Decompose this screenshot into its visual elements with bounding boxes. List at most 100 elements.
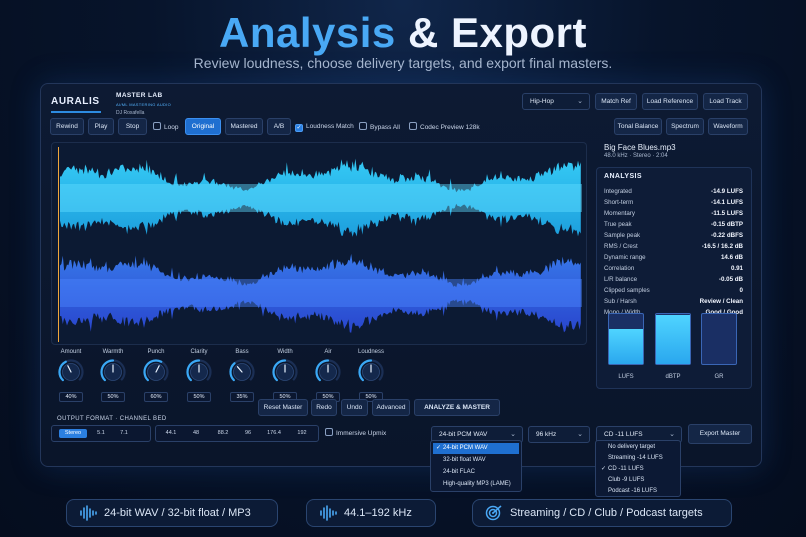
rate-176-4[interactable]: 176.4: [262, 429, 286, 438]
check-icon: ✓: [436, 445, 442, 451]
analysis-row: Correlation 0.91: [604, 265, 743, 275]
format-option[interactable]: 32-bit float WAV: [433, 455, 519, 466]
sample-rate-selector: 44.1 48 88.2 96 176.4 192: [155, 425, 319, 442]
loudness-match-checkbox[interactable]: ✓ Loudness Match: [295, 122, 354, 132]
channel-5-1[interactable]: 5.1: [92, 429, 110, 438]
spectrum-tab[interactable]: Spectrum: [666, 118, 704, 135]
meter-label: dBTP: [665, 374, 681, 380]
format-option-label: High-quality MP3 (LAME): [443, 481, 511, 487]
knob-dial[interactable]: [100, 359, 126, 385]
hero-subtitle: Review loudness, choose delivery targets…: [193, 55, 613, 71]
rate-192[interactable]: 192: [292, 429, 312, 438]
target-option-name: Streaming: [608, 455, 636, 461]
analysis-row-value: -0.05 dB: [718, 276, 743, 283]
tonal-balance-tab[interactable]: Tonal Balance: [614, 118, 662, 135]
chevron-down-icon: ⌄: [577, 98, 583, 105]
target-option[interactable]: No delivery target: [598, 442, 678, 453]
master-lab-window: AURALIS MASTER LAB AI/ML MASTERING AUDIO…: [40, 83, 762, 467]
format-option[interactable]: High-quality MP3 (LAME): [433, 479, 519, 490]
channel-stereo[interactable]: Stereo: [59, 429, 87, 438]
hero-title-accent: Analysis: [219, 9, 396, 56]
module-title: MASTER LAB: [116, 92, 163, 99]
immersive-upmix-checkbox[interactable]: Immersive Upmix: [325, 428, 386, 439]
load-reference-button[interactable]: Load Reference: [642, 93, 698, 110]
knob-label: Punch: [147, 349, 165, 355]
undo-button[interactable]: Undo: [341, 399, 368, 416]
mastered-button[interactable]: Mastered: [225, 118, 263, 135]
redo-button[interactable]: Redo: [311, 399, 337, 416]
original-button[interactable]: Original: [185, 118, 221, 135]
match-ref-button[interactable]: Match Ref: [595, 93, 637, 110]
analysis-panel: ANALYSIS Integrated -14.9 LUFS Short-term -…: [596, 167, 752, 389]
bypass-all-checkbox[interactable]: Bypass All: [359, 122, 400, 133]
target-option[interactable]: Podcast -16 LUFS: [598, 486, 678, 497]
module-header: MASTER LAB AI/ML MASTERING AUDIO DJ Roxa…: [116, 92, 171, 116]
analysis-row-label: Momentary: [604, 210, 635, 217]
target-dropdown-menu: No delivery target Streaming -14 LUFS ✓ C…: [595, 440, 681, 497]
analysis-row-label: Sample peak: [604, 232, 641, 239]
export-master-button[interactable]: Export Master: [688, 424, 752, 444]
target-option-name: Podcast: [608, 488, 630, 494]
check-icon: ✓: [601, 466, 607, 472]
knob-dial[interactable]: [272, 359, 298, 385]
analysis-row: Integrated -14.9 LUFS: [604, 188, 743, 198]
rate-select[interactable]: 96 kHz ⌄: [528, 426, 590, 443]
rates-pill: 44.1–192 kHz: [306, 499, 436, 527]
meter-lufs: [608, 313, 644, 365]
ab-button[interactable]: A/B: [267, 118, 291, 135]
playhead[interactable]: [58, 147, 59, 342]
advanced-button[interactable]: Advanced: [372, 399, 410, 416]
targets-pill-text: Streaming / CD / Club / Podcast targets: [510, 507, 703, 519]
rate-select-value: 96 kHz: [536, 431, 557, 438]
formats-pill-text: 24-bit WAV / 32-bit float / MP3: [104, 507, 251, 519]
analysis-row-label: True peak: [604, 221, 632, 228]
genre-select-value: Hip-Hop: [530, 98, 554, 105]
waveform-display[interactable]: [51, 142, 587, 345]
knob-dial[interactable]: [358, 359, 384, 385]
analysis-row-value: -14.9 LUFS: [711, 188, 743, 195]
rewind-button[interactable]: Rewind: [50, 118, 84, 135]
target-option-name: CD: [608, 466, 617, 472]
waveform-left-channel: [60, 158, 582, 237]
rate-48[interactable]: 48: [188, 429, 204, 438]
reset-master-button[interactable]: Reset Master: [258, 399, 308, 416]
knob-label: Bass: [235, 349, 249, 355]
knob-dial[interactable]: [229, 359, 255, 385]
target-select-value: CD -11 LUFS: [604, 431, 643, 438]
format-option-label: 32-bit float WAV: [443, 457, 486, 463]
analyze-master-button[interactable]: ANALYZE & MASTER: [414, 399, 500, 416]
knob-dial[interactable]: [143, 359, 169, 385]
analysis-row-label: Short-term: [604, 199, 634, 206]
waveform-right-channel: [60, 253, 582, 333]
loudness-match-label: Loudness Match: [306, 123, 354, 130]
genre-select[interactable]: Hip-Hop ⌄: [522, 93, 590, 110]
stop-button[interactable]: Stop: [118, 118, 147, 135]
target-option[interactable]: Streaming -14 LUFS: [598, 453, 678, 464]
analysis-row: True peak -0.15 dBTP: [604, 221, 743, 231]
analysis-row: L/R balance -0.05 dB: [604, 276, 743, 286]
loop-checkbox[interactable]: Loop: [153, 122, 178, 133]
knob-dial[interactable]: [315, 359, 341, 385]
analysis-row: Sample peak -0.22 dBFS: [604, 232, 743, 242]
target-option[interactable]: ✓ CD -11 LUFS: [598, 464, 678, 475]
waveform-tab[interactable]: Waveform: [708, 118, 748, 135]
format-option[interactable]: 24-bit FLAC: [433, 467, 519, 478]
knob-warmth: Warmth 50%: [96, 349, 130, 402]
bypass-all-label: Bypass All: [370, 124, 400, 131]
load-track-button[interactable]: Load Track: [703, 93, 748, 110]
meter-dbtp: [655, 313, 691, 365]
chevron-down-icon: ⌄: [577, 431, 583, 438]
knob-dial[interactable]: [58, 359, 84, 385]
waveform-core: [60, 184, 582, 212]
target-option[interactable]: Club -9 LUFS: [598, 475, 678, 486]
format-option-label: 24-bit FLAC: [443, 469, 476, 475]
channel-7-1[interactable]: 7.1: [115, 429, 133, 438]
format-option[interactable]: ✓ 24-bit PCM WAV: [433, 443, 519, 454]
play-button[interactable]: Play: [88, 118, 114, 135]
rate-96[interactable]: 96: [240, 429, 256, 438]
rate-44-1[interactable]: 44.1: [162, 429, 180, 438]
knob-dial[interactable]: [186, 359, 212, 385]
analysis-row: Short-term -14.1 LUFS: [604, 199, 743, 209]
codec-preview-checkbox[interactable]: Codec Preview 128k: [409, 122, 480, 133]
rate-88-2[interactable]: 88.2: [212, 429, 234, 438]
